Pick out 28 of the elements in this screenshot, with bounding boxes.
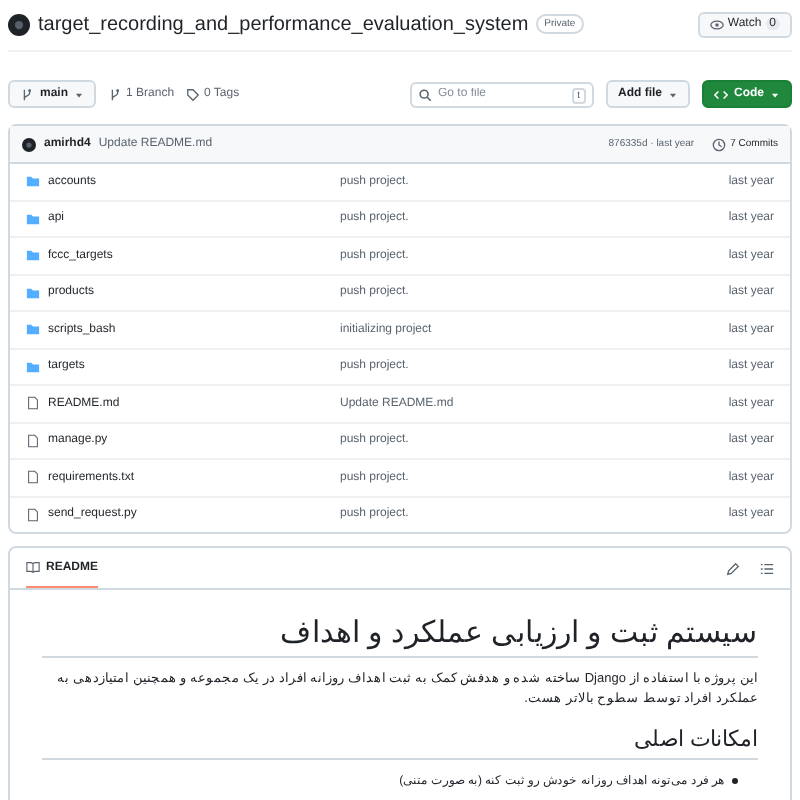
bullet-icon: [732, 777, 738, 783]
history-icon: [712, 137, 727, 151]
caret-icon: [770, 89, 780, 99]
file-icon: [26, 433, 40, 448]
eye-icon: [709, 17, 724, 31]
section-heading: امکانات اصلی: [42, 726, 758, 760]
branch-icon: [20, 87, 34, 101]
folder-icon: [26, 248, 40, 263]
pencil-icon: [726, 561, 740, 575]
caret-icon: [74, 89, 85, 99]
avatar-icon: [8, 13, 30, 35]
code-icon: [714, 87, 728, 101]
folder-icon: [26, 211, 40, 226]
file-icon: [26, 396, 40, 411]
caret-icon: [668, 89, 678, 99]
book-icon: [26, 560, 40, 574]
tag-icon: [186, 87, 201, 101]
repo-name[interactable]: target_recording_and_performance_evaluation_system: [38, 13, 529, 35]
folder-icon: [26, 359, 40, 374]
readme-title: سیستم ثبت و ارزیابی عملکرد و اهداف: [42, 614, 758, 658]
avatar-icon: [22, 137, 36, 151]
folder-icon: [26, 285, 40, 300]
file-icon: [26, 470, 40, 485]
list-icon: [760, 561, 774, 575]
folder-icon: [26, 322, 40, 337]
folder-icon: [26, 174, 40, 189]
branch-icon: [108, 87, 123, 101]
file-icon: [26, 507, 40, 522]
